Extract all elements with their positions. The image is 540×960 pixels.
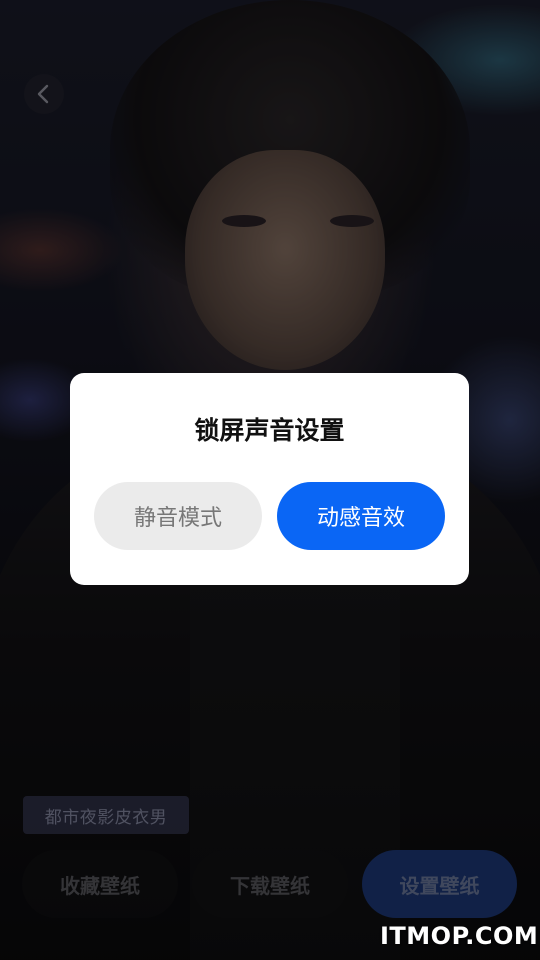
dialog-title: 锁屏声音设置 [194,416,345,445]
wallpaper-preview-screen: 都市夜影皮衣男 收藏壁纸 下载壁纸 设置壁纸 锁屏声音设置 静音模式 动感音效 … [0,0,540,960]
lock-screen-sound-dialog: 锁屏声音设置 静音模式 动感音效 [70,373,469,585]
dynamic-sound-button[interactable]: 动感音效 [277,482,445,550]
watermark: ITMOP.COM [380,922,539,950]
mute-mode-button[interactable]: 静音模式 [94,482,262,550]
